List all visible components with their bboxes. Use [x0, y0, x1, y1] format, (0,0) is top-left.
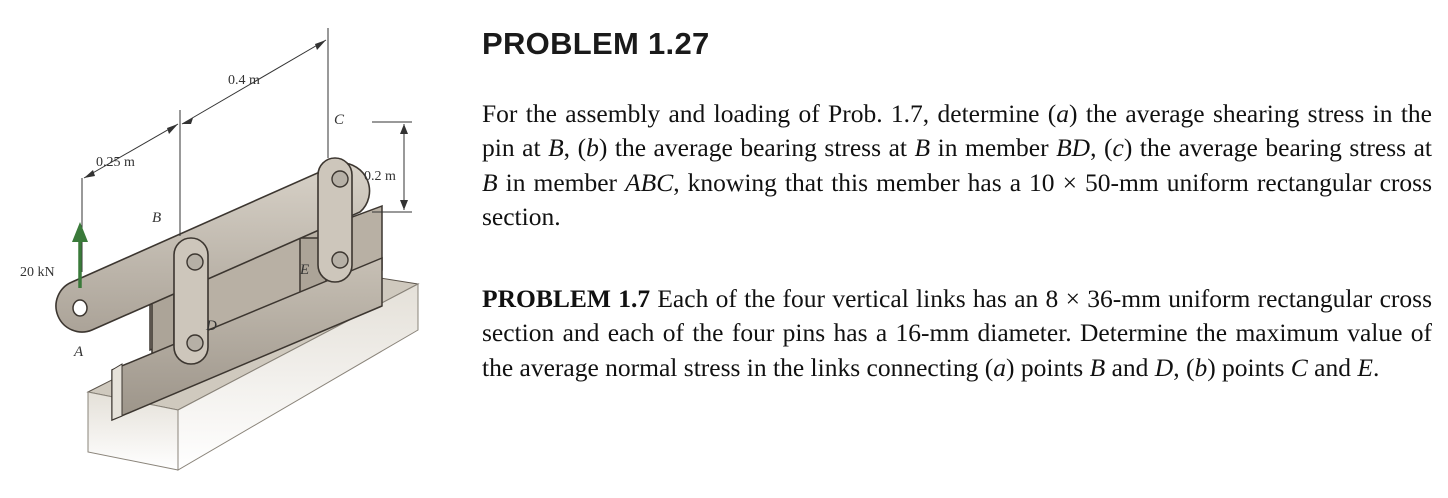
dim-label-0.25m: 0.25 m: [96, 155, 135, 170]
text-run: , (: [563, 133, 587, 163]
italic-run: b: [586, 133, 599, 163]
link-ce: [317, 157, 353, 283]
text-run: ) the average bearing stress at: [1123, 133, 1432, 163]
text-run: .: [1372, 352, 1380, 382]
point-label-d: D: [205, 318, 217, 334]
point-label-c: C: [334, 112, 345, 128]
pin-c: [331, 170, 349, 188]
text-run: , (: [1173, 352, 1195, 382]
point-label-b: B: [152, 210, 161, 226]
italic-run: ABC: [625, 167, 674, 197]
italic-run: B: [482, 167, 498, 197]
pin-e: [331, 251, 349, 269]
assembly-figure: 0.4 m 0.25 m 0.2 m 20 kN A B C D E: [20, 28, 420, 471]
link-bd: [173, 237, 209, 365]
italic-run: a: [993, 352, 1007, 382]
load-label: 20 kN: [20, 265, 55, 280]
point-label-a: A: [73, 344, 84, 360]
italic-run: a: [1056, 99, 1070, 128]
italic-run: c: [1112, 133, 1124, 163]
text-run: ) points: [1006, 352, 1090, 382]
problem-1-27-statement: For the assembly and loading of Prob. 1.…: [482, 97, 1432, 235]
italic-run: E: [1357, 352, 1373, 382]
italic-run: D: [1154, 352, 1174, 382]
italic-run: b: [1194, 352, 1208, 382]
italic-run: BD: [1056, 133, 1091, 163]
text-run: ) the average bearing stress at: [598, 133, 915, 163]
text-run: ) points: [1207, 352, 1291, 382]
text-run: in member: [930, 133, 1057, 163]
italic-run: B: [914, 133, 931, 163]
text-run: and: [1307, 352, 1358, 382]
text-run: For the assembly and loading of Prob. 1.…: [482, 99, 1057, 128]
italic-run: B: [1089, 352, 1106, 382]
pin-a-hole: [72, 299, 88, 317]
pin-d: [186, 334, 204, 352]
problem-title: PROBLEM 1.27: [482, 26, 710, 61]
italic-run: C: [1290, 352, 1308, 382]
text-run: and: [1105, 352, 1155, 382]
problem-1-7-statement: PROBLEM 1.7 Each of the four vertical li…: [482, 282, 1432, 385]
pin-b: [186, 253, 204, 271]
text-run: , (: [1090, 133, 1113, 163]
problem-1-7-label: PROBLEM 1.7: [482, 284, 651, 313]
point-label-e: E: [299, 262, 309, 278]
italic-run: B: [548, 133, 564, 163]
dim-label-0.4m: 0.4 m: [228, 73, 260, 88]
dim-label-0.2m: 0.2 m: [364, 169, 396, 184]
text-run: in member: [497, 167, 626, 197]
